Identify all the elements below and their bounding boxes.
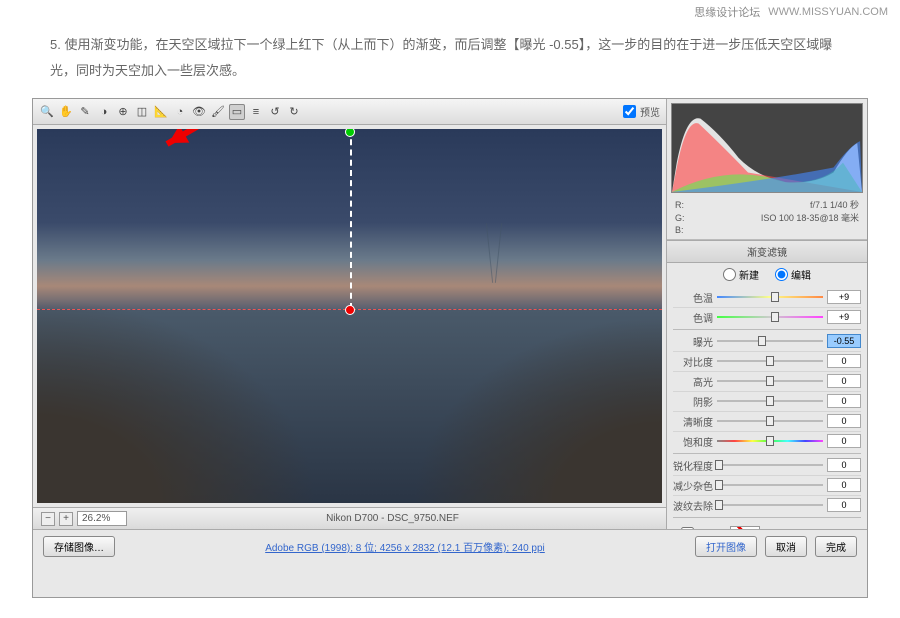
camera-raw-window: 🔍 ✋ ✎ ◑ ⊕ ◫ 📐 ◔ 👁 🖌 ▭ ≡ ↺ ↻ 预览 − + 2 — [32, 98, 868, 598]
temp-value[interactable]: +9 — [827, 290, 861, 304]
contrast-value[interactable]: 0 — [827, 354, 861, 368]
contrast-label: 对比度 — [673, 354, 717, 369]
rotate-cw-tool[interactable]: ↻ — [286, 104, 302, 120]
tint-value[interactable]: +9 — [827, 310, 861, 324]
shadows-value[interactable]: 0 — [827, 394, 861, 408]
rotate-ccw-tool[interactable]: ↺ — [267, 104, 283, 120]
saturation-value[interactable]: 0 — [827, 434, 861, 448]
g-label: G: — [675, 213, 685, 223]
edit-radio[interactable] — [775, 268, 788, 281]
save-image-button[interactable]: 存储图像… — [43, 536, 115, 557]
gradient-end-handle[interactable] — [345, 305, 355, 315]
redeye-tool[interactable]: 👁 — [191, 104, 207, 120]
zoom-in-button[interactable]: + — [59, 512, 73, 526]
site-name: 思缘设计论坛 — [694, 4, 760, 20]
footer: 存储图像… Adobe RGB (1998); 8 位; 4256 x 2832… — [33, 529, 867, 563]
straighten-tool[interactable]: 📐 — [153, 104, 169, 120]
done-button[interactable]: 完成 — [815, 536, 857, 557]
color-swatch[interactable] — [730, 526, 760, 529]
temp-label: 色温 — [673, 290, 717, 305]
r-label: R: — [675, 200, 684, 210]
moire-slider[interactable] — [717, 499, 823, 511]
preview-checkbox[interactable] — [623, 105, 636, 118]
workflow-link[interactable]: Adobe RGB (1998); 8 位; 4256 x 2832 (12.1… — [123, 539, 687, 554]
clarity-slider[interactable] — [717, 415, 823, 427]
gradient-start-handle[interactable] — [345, 129, 355, 137]
noise-slider[interactable] — [717, 479, 823, 491]
clarity-value[interactable]: 0 — [827, 414, 861, 428]
image-preview[interactable] — [37, 129, 662, 503]
highlights-slider[interactable] — [717, 375, 823, 387]
eyedropper-tool[interactable]: ✎ — [77, 104, 93, 120]
brush-tool[interactable]: 🖌 — [210, 104, 226, 120]
toolbar: 🔍 ✋ ✎ ◑ ⊕ ◫ 📐 ◔ 👁 🖌 ▭ ≡ ↺ ↻ 预览 — [33, 99, 666, 125]
cancel-button[interactable]: 取消 — [765, 536, 807, 557]
zoom-value[interactable]: 26.2% — [77, 511, 127, 526]
noise-label: 减少杂色 — [673, 478, 717, 493]
filename-label: Nikon D700 - DSC_9750.NEF — [326, 513, 459, 524]
saturation-slider[interactable] — [717, 435, 823, 447]
gradient-center-line[interactable] — [350, 129, 352, 309]
sampler-tool[interactable]: ◑ — [96, 104, 112, 120]
exposure-value[interactable]: -0.55 — [827, 334, 861, 348]
highlights-value[interactable]: 0 — [827, 374, 861, 388]
instruction-text: 5. 使用渐变功能，在天空区域拉下一个绿上红下（从上而下）的渐变，而后调整【曝光… — [0, 24, 900, 98]
sharpness-slider[interactable] — [717, 459, 823, 471]
saturation-label: 饱和度 — [673, 434, 717, 449]
sharpness-label: 锐化程度 — [673, 458, 717, 473]
new-radio[interactable] — [723, 268, 736, 281]
panel-title: 渐变滤镜 — [667, 240, 867, 263]
edit-radio-label[interactable]: 编辑 — [775, 267, 811, 282]
target-tool[interactable]: ⊕ — [115, 104, 131, 120]
clarity-label: 清晰度 — [673, 414, 717, 429]
shadows-slider[interactable] — [717, 395, 823, 407]
histogram[interactable] — [671, 103, 863, 193]
zoom-out-button[interactable]: − — [41, 512, 55, 526]
status-bar: − + 26.2% Nikon D700 - DSC_9750.NEF — [33, 507, 666, 529]
hand-tool[interactable]: ✋ — [58, 104, 74, 120]
moire-value[interactable]: 0 — [827, 498, 861, 512]
tint-slider[interactable] — [717, 311, 823, 323]
list-tool[interactable]: ≡ — [248, 104, 264, 120]
shadows-label: 阴影 — [673, 394, 717, 409]
exposure-label: 曝光 — [673, 334, 717, 349]
preview-label: 预览 — [640, 104, 660, 119]
temp-slider[interactable] — [717, 291, 823, 303]
open-image-button[interactable]: 打开图像 — [695, 536, 757, 557]
gradient-tool[interactable]: ▭ — [229, 104, 245, 120]
noise-value[interactable]: 0 — [827, 478, 861, 492]
site-url: WWW.MISSYUAN.COM — [768, 6, 888, 18]
highlights-label: 高光 — [673, 374, 717, 389]
tint-label: 色调 — [673, 310, 717, 325]
exposure-slider[interactable] — [717, 335, 823, 347]
crop-tool[interactable]: ◫ — [134, 104, 150, 120]
zoom-tool[interactable]: 🔍 — [39, 104, 55, 120]
adjustments-panel: R: G: B: f/7.1 1/40 秒 ISO 100 18-35@18 毫米 渐… — [667, 99, 867, 529]
spot-tool[interactable]: ◔ — [172, 104, 188, 120]
b-label: B: — [675, 225, 684, 235]
contrast-slider[interactable] — [717, 355, 823, 367]
moire-label: 波纹去除 — [673, 498, 717, 513]
sharpness-value[interactable]: 0 — [827, 458, 861, 472]
new-radio-label[interactable]: 新建 — [723, 267, 759, 282]
aperture-label: f/7.1 1/40 秒 — [810, 200, 859, 210]
iso-label: ISO 100 18-35@18 毫米 — [761, 213, 859, 223]
